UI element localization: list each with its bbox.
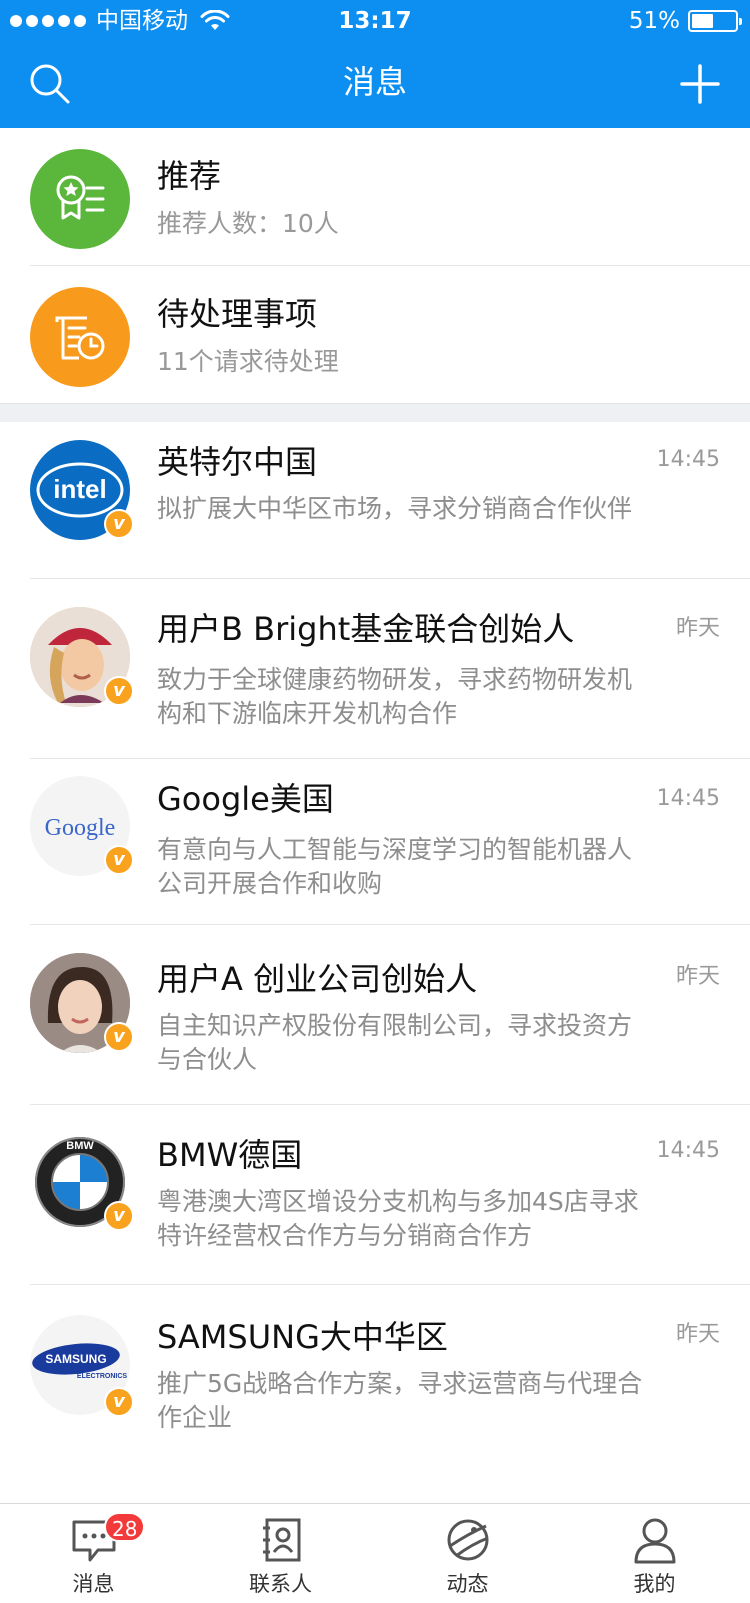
tab-profile[interactable]: 我的 — [561, 1504, 748, 1603]
page-title: 消息 — [342, 63, 407, 101]
status-bar: 中国移动 13:17 51% — [0, 0, 750, 42]
verified-badge: v — [104, 1387, 134, 1417]
tab-label: 联系人 — [249, 1572, 312, 1596]
section-gap — [0, 404, 750, 422]
tab-feed[interactable]: 动态 — [374, 1504, 561, 1603]
recommend-item[interactable]: 推荐 推荐人数：10人 — [0, 128, 750, 266]
verified-badge: v — [104, 1022, 134, 1052]
message-row-google[interactable]: Google v Google美国 14:45 有意向与人工智能与深度学习的智能… — [0, 759, 750, 925]
verified-badge: v — [104, 676, 134, 706]
battery-icon — [688, 10, 742, 32]
message-time: 14:45 — [656, 1138, 720, 1163]
message-preview: 自主知识产权股份有限制公司，寻求投资方与合伙人 — [157, 1011, 633, 1074]
tab-bar: 28 消息 联系人 动态 我的 — [0, 1503, 750, 1603]
intel-logo-text: intel — [53, 474, 106, 504]
recommend-title: 推荐 — [157, 157, 222, 195]
message-name: BMW德国 — [157, 1136, 303, 1174]
verified-badge: v — [104, 845, 134, 875]
tab-contacts[interactable]: 联系人 — [187, 1504, 374, 1603]
plus-icon[interactable] — [680, 64, 720, 104]
battery-percent: 51% — [628, 8, 680, 34]
header: 中国移动 13:17 51% 消息 — [0, 0, 750, 128]
samsung-logo-subtext: ELECTRONICS — [77, 1373, 128, 1380]
planet-icon — [447, 1519, 489, 1561]
message-name: Google美国 — [157, 780, 334, 818]
pending-doc-icon — [30, 287, 130, 387]
nav-bar: 消息 — [0, 42, 750, 128]
message-name: 用户B Bright基金联合创始人 — [157, 610, 575, 648]
message-time: 昨天 — [675, 964, 720, 989]
message-row-bmw[interactable]: BMW v BMW德国 14:45 粤港澳大湾区增设分支机构与多加4S店寻求特许… — [0, 1105, 750, 1285]
message-row-samsung[interactable]: SAMSUNG ELECTRONICS v SAMSUNG大中华区 昨天 推广5… — [0, 1285, 750, 1475]
message-row-user-b[interactable]: v 用户B Bright基金联合创始人 昨天 致力于全球健康药物研发，寻求药物研… — [0, 579, 750, 759]
message-name: SAMSUNG大中华区 — [157, 1318, 448, 1356]
profile-icon — [634, 1518, 675, 1564]
pending-item[interactable]: 待处理事项 11个请求待处理 — [0, 266, 750, 404]
message-row-intel[interactable]: intel v 英特尔中国 14:45 拟扩展大中华区市场，寻求分销商合作伙伴 — [0, 422, 750, 579]
tab-label: 我的 — [633, 1572, 676, 1596]
message-time: 14:45 — [656, 786, 720, 811]
message-preview: 拟扩展大中华区市场，寻求分销商合作伙伴 — [157, 494, 633, 523]
verified-badge: v — [104, 509, 134, 539]
bmw-logo-text: BMW — [66, 1140, 94, 1152]
tab-label: 动态 — [446, 1572, 489, 1596]
message-preview: 有意向与人工智能与深度学习的智能机器人公司开展合作和收购 — [157, 835, 633, 898]
google-logo-text: Google — [45, 815, 116, 841]
message-name: 英特尔中国 — [157, 443, 318, 481]
pending-subtitle: 11个请求待处理 — [157, 347, 339, 376]
message-row-user-a[interactable]: v 用户A 创业公司创始人 昨天 自主知识产权股份有限制公司，寻求投资方与合伙人 — [0, 925, 750, 1105]
unread-badge: 28 — [104, 1512, 146, 1542]
samsung-logo-text: SAMSUNG — [45, 1352, 106, 1366]
message-preview: 推广5G战略合作方案，寻求运营商与代理合作企业 — [157, 1369, 643, 1432]
message-name: 用户A 创业公司创始人 — [157, 960, 478, 998]
tab-label: 消息 — [72, 1572, 115, 1596]
contacts-icon — [262, 1518, 300, 1562]
message-time: 昨天 — [675, 616, 720, 641]
recommend-subtitle: 推荐人数：10人 — [157, 209, 339, 238]
verified-badge: v — [104, 1201, 134, 1231]
message-preview: 粤港澳大湾区增设分支机构与多加4S店寻求特许经营权合作方与分销商合作方 — [157, 1187, 639, 1250]
message-time: 昨天 — [675, 1322, 720, 1347]
message-time: 14:45 — [656, 447, 720, 472]
tab-messages[interactable]: 28 消息 — [0, 1504, 187, 1603]
pending-title: 待处理事项 — [157, 295, 318, 333]
message-preview: 致力于全球健康药物研发，寻求药物研发机构和下游临床开发机构合作 — [157, 665, 633, 728]
award-icon — [30, 149, 130, 249]
featured-section: 推荐 推荐人数：10人 待处理事项 11个请求待处理 — [0, 128, 750, 404]
